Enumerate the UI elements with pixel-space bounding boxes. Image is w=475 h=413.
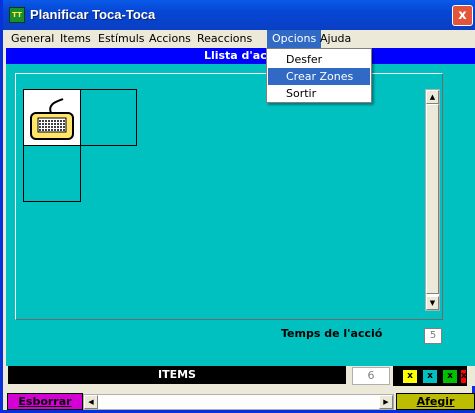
- menu-item-desfer[interactable]: Desfer: [268, 51, 370, 68]
- color-box-yellow[interactable]: x: [402, 369, 418, 384]
- keyboard-icon: [30, 98, 74, 140]
- title-bar[interactable]: TT Planificar Toca-Toca x: [3, 0, 475, 30]
- scroll-down-button[interactable]: ▼: [426, 296, 439, 310]
- action-canvas: Llista d'acci ▲ ▼ Temps de l'acció 5: [6, 48, 475, 366]
- vertical-scrollbar[interactable]: ▲ ▼: [425, 89, 440, 311]
- zone-cell[interactable]: [80, 89, 137, 146]
- app-window: TT Planificar Toca-Toca x General Items …: [0, 0, 475, 413]
- items-bar: ITEMS 6 x x x x: [6, 366, 475, 386]
- action-time-value[interactable]: 5: [424, 328, 442, 344]
- add-button[interactable]: Afegir: [396, 393, 475, 410]
- scroll-right-button[interactable]: ▶: [379, 395, 393, 409]
- color-box-cyan[interactable]: x: [422, 369, 438, 384]
- color-box-strip: x x x x: [393, 366, 467, 386]
- action-time-label: Temps de l'acció: [281, 327, 383, 340]
- items-count[interactable]: 6: [352, 367, 390, 385]
- menu-opcions[interactable]: Opcions: [267, 30, 322, 48]
- items-label: ITEMS: [8, 366, 346, 384]
- opcions-dropdown-menu: Desfer Crear Zones Sortir: [266, 48, 372, 103]
- scroll-thumb[interactable]: [426, 104, 439, 294]
- zone-panel[interactable]: [15, 73, 443, 320]
- action-list-header: Llista d'acci: [6, 48, 475, 64]
- close-icon[interactable]: x: [452, 5, 473, 26]
- menu-accions[interactable]: Accions: [144, 30, 196, 48]
- menu-ajuda[interactable]: Ajuda: [315, 30, 356, 48]
- menu-reaccions[interactable]: Reaccions: [192, 30, 257, 48]
- window-title: Planificar Toca-Toca: [30, 7, 156, 22]
- menu-estimuls[interactable]: Estímuls: [93, 30, 150, 48]
- bottom-bar: Esborrar ◀ ▶ Afegir: [6, 393, 475, 411]
- color-box-red[interactable]: x: [460, 369, 467, 384]
- scroll-left-button[interactable]: ◀: [84, 395, 98, 409]
- menu-item-sortir[interactable]: Sortir: [268, 85, 370, 102]
- horizontal-scrollbar[interactable]: ◀ ▶: [83, 394, 394, 410]
- menu-bar: General Items Estímuls Accions Reaccions…: [6, 30, 475, 48]
- menu-items[interactable]: Items: [55, 30, 96, 48]
- zone-cell-keyboard[interactable]: [23, 89, 81, 146]
- color-box-green[interactable]: x: [442, 369, 458, 384]
- erase-button[interactable]: Esborrar: [7, 393, 83, 410]
- menu-general[interactable]: General: [6, 30, 59, 48]
- zone-cell[interactable]: [23, 145, 81, 202]
- scroll-up-button[interactable]: ▲: [426, 90, 439, 104]
- menu-item-crear-zones[interactable]: Crear Zones: [268, 68, 370, 85]
- app-icon: TT: [9, 7, 25, 23]
